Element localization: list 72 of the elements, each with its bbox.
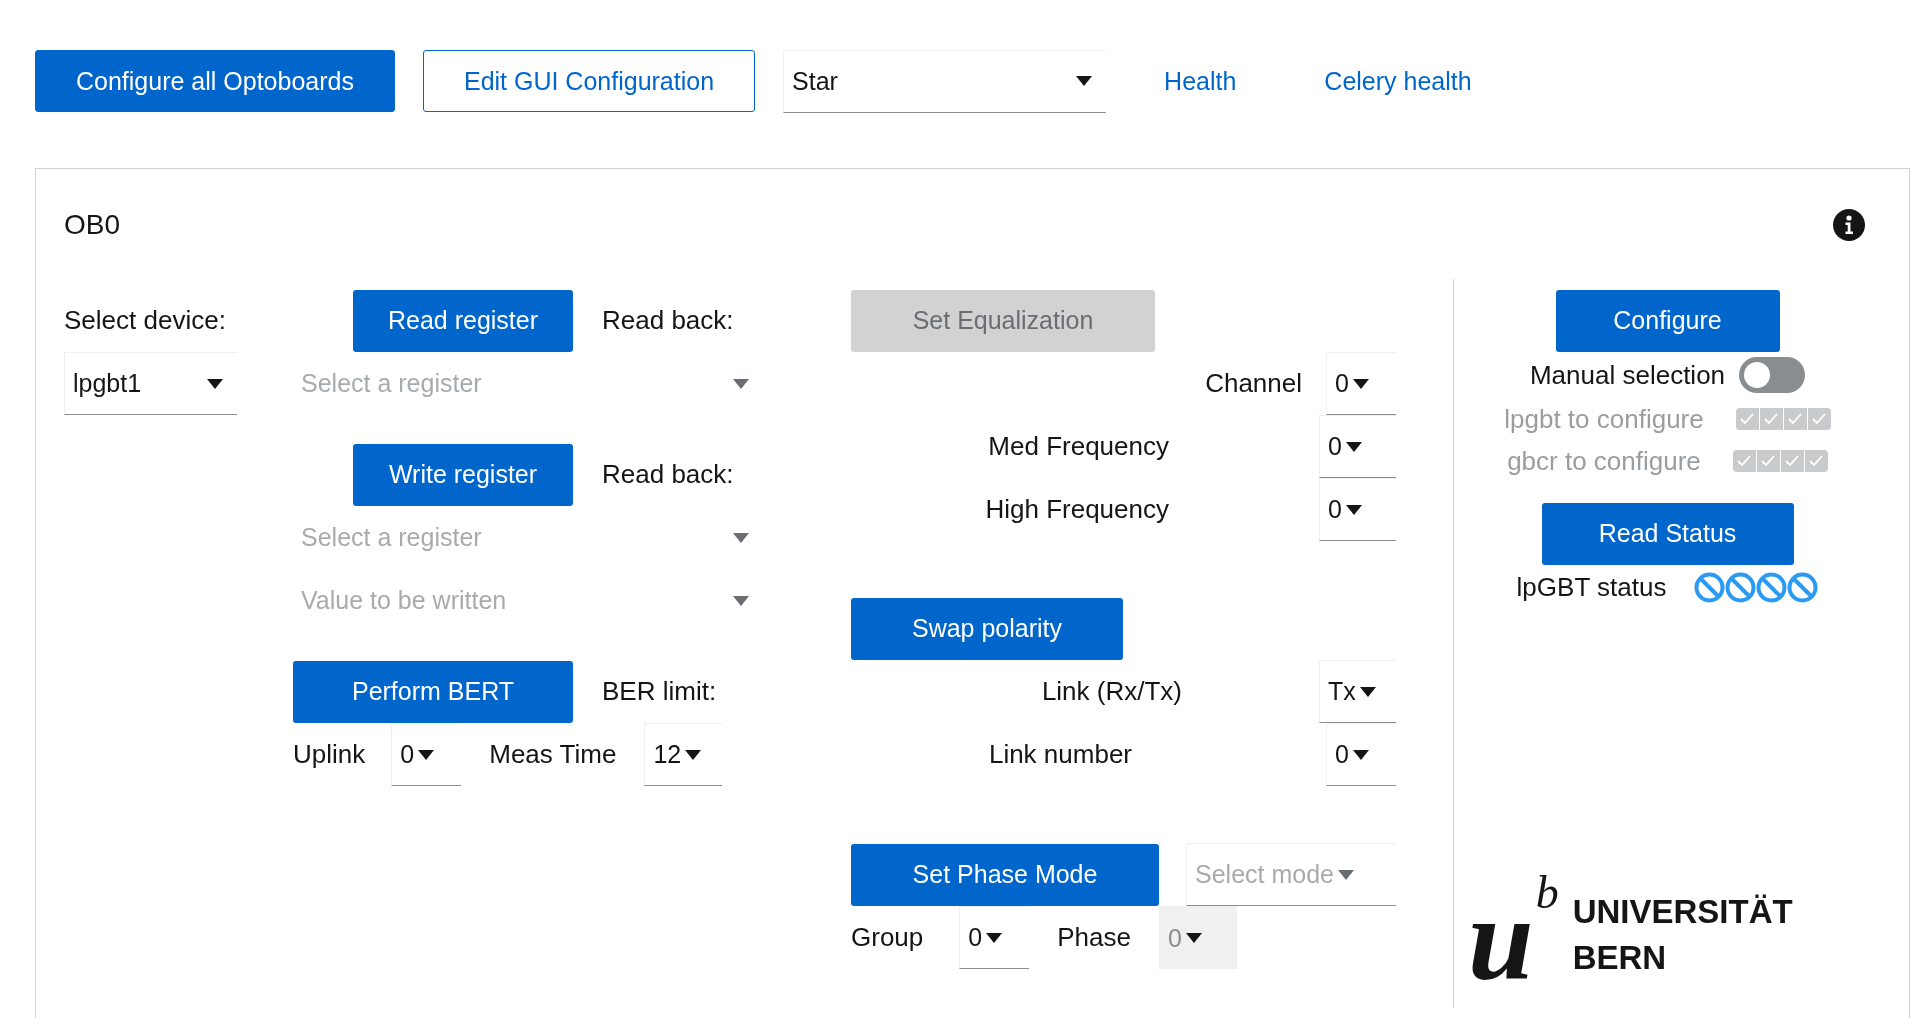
ban-icon [1694,571,1726,603]
dropdown[interactable]: 0 [1326,723,1396,786]
caret-icon [1352,378,1369,389]
ban-icon [1725,571,1757,603]
ban-icon [1787,571,1819,603]
caret-icon [733,532,749,543]
field-label: Med Frequency [988,431,1169,462]
check-icon [1812,413,1827,425]
field-label: BER limit: [602,676,717,707]
logo-superscript: b [1535,870,1559,916]
toggle-label: Manual selection [1529,359,1726,391]
logo-text: BERN [1572,938,1668,978]
field-label: Link number [988,739,1132,770]
field-label: Select device: [64,305,226,336]
field-label: Channel [1205,368,1302,399]
dropdown[interactable]: 0 [959,906,1030,969]
check-icon [1785,455,1800,467]
configure-button[interactable]: Configure [1555,289,1780,352]
nav-link[interactable]: Health [1164,66,1237,96]
write-register-button[interactable]: Write register [353,443,573,506]
field-label: High Frequency [985,494,1169,525]
logo-text: UNIVERSITÄT [1572,892,1793,932]
caret-icon [207,378,223,389]
dropdown[interactable]: 12 [644,723,723,786]
caret-icon [1076,76,1093,86]
caret-icon [1359,686,1376,697]
card-title: OB0 [64,209,121,241]
check-icon [1740,413,1755,425]
dropdown[interactable]: Star [783,49,1107,113]
caret-icon [418,749,435,760]
dropdown[interactable]: 0 [391,723,462,786]
perform-bert-button[interactable]: Perform BERT [293,660,573,723]
field-label: gbcr to configure [1507,445,1701,477]
read-register-button[interactable]: Read register [353,289,573,352]
caret-icon [1345,504,1362,515]
check-icon [1764,413,1779,425]
check-icon [1788,413,1803,425]
info-icon[interactable] [1833,209,1865,241]
field-label: Meas Time [489,739,617,770]
edit-configuration-button[interactable]: Edit GUI Configuration [422,50,756,112]
status-label: lpGBT status [1516,571,1667,603]
caret-icon [1345,441,1362,452]
nav-link[interactable]: Celery health [1324,66,1472,96]
dropdown[interactable]: 0 [1319,478,1396,541]
swap-polarity-button[interactable]: Swap polarity [851,597,1123,660]
caret-icon [1352,749,1369,760]
configure-all-button[interactable]: Configure all Optoboards [35,50,395,112]
field-label: lpgbt to configure [1504,403,1704,435]
caret-icon [685,749,702,760]
field-label: Read back: [602,305,734,336]
field-label: Read back: [602,459,734,490]
check-icon [1737,455,1752,467]
caret-icon [733,378,749,389]
field-label: Phase [1057,922,1131,953]
ban-icon [1756,571,1788,603]
dropdown[interactable]: Tx [1319,660,1396,723]
check-icon [1809,455,1824,467]
set-phase-mode-button[interactable]: Set Phase Mode [851,843,1159,906]
read-status-button[interactable]: Read Status [1541,502,1794,565]
dropdown[interactable]: 0 [1319,415,1396,478]
logo-mark: u [1468,890,1534,990]
field-label: Link (Rx/Tx) [1041,676,1182,707]
caret-icon [1185,933,1202,943]
caret-icon [733,595,749,606]
toggle-switch[interactable] [1739,357,1806,393]
dropdown[interactable]: 0 [1326,352,1396,415]
caret-icon [986,932,1003,943]
dropdown[interactable]: lpgbt1 [64,352,237,415]
field-label: Group [851,922,924,953]
field-label: Uplink [293,739,366,770]
check-icon [1761,455,1776,467]
caret-icon [1337,869,1354,880]
